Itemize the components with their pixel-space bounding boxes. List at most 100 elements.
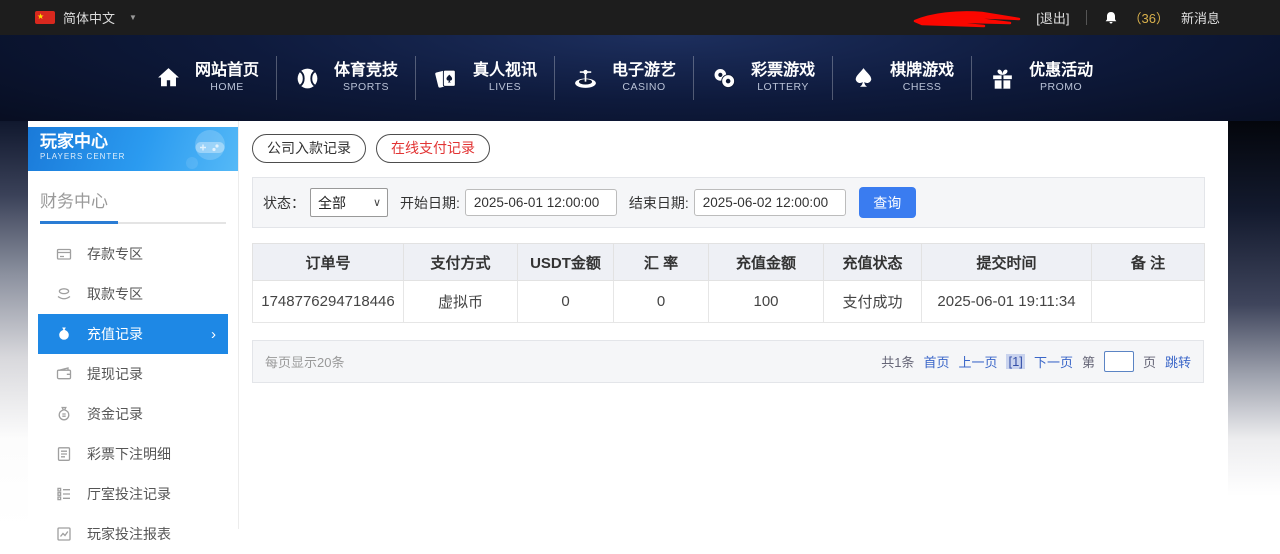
nav-label-zh: 彩票游戏 <box>751 61 815 81</box>
prev-page-link[interactable]: 上一页 <box>958 352 997 371</box>
finance-center-section: 财务中心 <box>40 187 226 212</box>
jump-button[interactable]: 跳转 <box>1165 352 1191 371</box>
cell-payment-method: 虚拟币 <box>404 281 518 323</box>
cell-remark <box>1092 281 1205 323</box>
nav-item-casino[interactable]: 电子游艺 CASINO <box>555 61 693 94</box>
gamepad-icon <box>184 129 230 171</box>
cell-usdt-amount: 0 <box>518 281 614 323</box>
list-icon <box>56 486 72 502</box>
nav-label-zh: 优惠活动 <box>1029 61 1093 81</box>
nav-label-zh: 体育竞技 <box>334 61 398 81</box>
redaction-scribble <box>912 7 1022 29</box>
filter-bar: 状态： 全部 ∨ 开始日期: 结束日期: 查询 <box>252 177 1205 228</box>
chart-icon <box>56 526 72 542</box>
cell-recharge-amount: 100 <box>709 281 824 323</box>
pager-controls: 共1条 首页 上一页 [1] 下一页 第 页 跳转 <box>881 351 1191 372</box>
page-jump-input[interactable] <box>1104 351 1134 372</box>
message-count: （36） <box>1129 8 1169 27</box>
col-payment-method: 支付方式 <box>404 244 518 281</box>
total-count: 共1条 <box>881 352 914 371</box>
sidebar-item-label: 取款专区 <box>87 284 143 304</box>
playing-cards-icon <box>433 65 460 92</box>
sidebar-header: 玩家中心 PLAYERS CENTER <box>28 127 238 171</box>
nav-label-zh: 电子游艺 <box>612 61 676 81</box>
gift-icon <box>989 65 1016 92</box>
sidebar-item-player-bet-report[interactable]: 玩家投注报表 <box>38 514 228 554</box>
nav-label-en: LOTTERY <box>757 81 809 94</box>
start-date-label: 开始日期: <box>400 193 460 213</box>
col-recharge-amount: 充值金额 <box>709 244 824 281</box>
main-panel: 公司入款记录 在线支付记录 状态： 全部 ∨ 开始日期: 结束日期: 查询 <box>239 121 1228 529</box>
nav-label-en: SPORTS <box>343 81 389 94</box>
chevron-right-icon: › <box>211 326 216 343</box>
nav-item-lottery[interactable]: 彩票游戏 LOTTERY <box>694 61 832 94</box>
tab-company-deposit-records[interactable]: 公司入款记录 <box>252 134 366 163</box>
language-selector[interactable]: ★ 简体中文 ▼ <box>35 8 137 27</box>
sidebar-item-label: 存款专区 <box>87 244 143 264</box>
sidebar-item-withdrawal-records[interactable]: 提现记录 <box>38 354 228 394</box>
next-page-link[interactable]: 下一页 <box>1034 352 1073 371</box>
money-bag-icon <box>56 326 72 342</box>
table-header-row: 订单号 支付方式 USDT金额 汇 率 充值金额 充值状态 提交时间 备 注 <box>253 244 1205 281</box>
cell-submit-time: 2025-06-01 19:11:34 <box>922 281 1092 323</box>
deposit-card-icon <box>56 246 72 262</box>
status-select[interactable]: 全部 <box>310 188 388 217</box>
page-size-label: 每页显示20条 <box>265 352 344 371</box>
lottery-balls-icon <box>711 65 738 92</box>
col-remark: 备 注 <box>1092 244 1205 281</box>
nav-item-chess[interactable]: 棋牌游戏 CHESS <box>833 61 971 94</box>
logout-button[interactable]: [退出] <box>1036 8 1069 27</box>
col-recharge-status: 充值状态 <box>824 244 922 281</box>
hand-money-icon <box>56 286 72 302</box>
first-page-link[interactable]: 首页 <box>923 352 949 371</box>
sidebar-item-lottery-bet-details[interactable]: 彩票下注明细 <box>38 434 228 474</box>
wallet-icon <box>56 366 72 382</box>
sidebar-item-label: 彩票下注明细 <box>87 444 171 464</box>
sidebar-item-funds-records[interactable]: 资金记录 <box>38 394 228 434</box>
china-flag-icon: ★ <box>35 11 55 24</box>
status-select-wrap: 全部 ∨ <box>310 188 388 217</box>
bell-icon[interactable] <box>1103 9 1119 27</box>
nav-label-en: HOME <box>210 81 244 94</box>
current-page[interactable]: [1] <box>1006 354 1024 369</box>
roulette-icon <box>572 65 599 92</box>
nav-label-zh: 棋牌游戏 <box>890 61 954 81</box>
nav-item-lives[interactable]: 真人视讯 LIVES <box>416 61 554 94</box>
nav-label-zh: 真人视讯 <box>473 61 537 81</box>
caret-down-icon: ▼ <box>129 13 137 22</box>
sidebar-item-withdraw-zone[interactable]: 取款专区 <box>38 274 228 314</box>
cell-recharge-status: 支付成功 <box>824 281 922 323</box>
table-row: 1748776294718446 虚拟币 0 0 100 支付成功 2025-0… <box>253 281 1205 323</box>
col-order-id: 订单号 <box>253 244 404 281</box>
page-backdrop-left <box>0 121 28 529</box>
sports-ball-icon <box>294 65 321 92</box>
nav-item-home[interactable]: 网站首页 HOME <box>138 61 276 94</box>
messages-link[interactable]: 新消息 <box>1181 8 1220 27</box>
content-wrapper: 玩家中心 PLAYERS CENTER 财务中心 存款专区 <box>28 121 1228 529</box>
language-label: 简体中文 <box>63 8 115 27</box>
top-right-group: [退出] （36） 新消息 <box>912 7 1220 29</box>
sidebar: 玩家中心 PLAYERS CENTER 财务中心 存款专区 <box>28 121 239 529</box>
start-date-input[interactable] <box>465 189 617 216</box>
nav-label-en: CHESS <box>903 81 942 94</box>
nav-item-sports[interactable]: 体育竞技 SPORTS <box>277 61 415 94</box>
query-button[interactable]: 查询 <box>859 187 916 218</box>
top-utility-bar: ★ 简体中文 ▼ [退出] （36） 新消息 <box>0 0 1280 35</box>
sidebar-item-deposit-zone[interactable]: 存款专区 <box>38 234 228 274</box>
sidebar-item-label: 资金记录 <box>87 404 143 424</box>
nav-item-promo[interactable]: 优惠活动 PROMO <box>972 61 1110 94</box>
sidebar-item-recharge-records[interactable]: 充值记录 › <box>38 314 228 354</box>
jump-prefix: 第 <box>1082 352 1095 371</box>
sidebar-item-label: 充值记录 <box>87 324 143 344</box>
tab-online-payment-records[interactable]: 在线支付记录 <box>376 134 490 163</box>
sidebar-item-label: 玩家投注报表 <box>87 524 171 544</box>
home-icon <box>155 65 182 92</box>
end-date-label: 结束日期: <box>629 193 689 213</box>
nav-label-en: LIVES <box>489 81 521 94</box>
end-date-input[interactable] <box>694 189 846 216</box>
status-label: 状态： <box>263 193 305 213</box>
divider <box>1086 10 1087 25</box>
sidebar-menu: 存款专区 取款专区 充值记录 › 提现记录 <box>38 234 228 554</box>
sidebar-item-label: 提现记录 <box>87 364 143 384</box>
sidebar-item-hall-bet-records[interactable]: 厅室投注记录 <box>38 474 228 514</box>
